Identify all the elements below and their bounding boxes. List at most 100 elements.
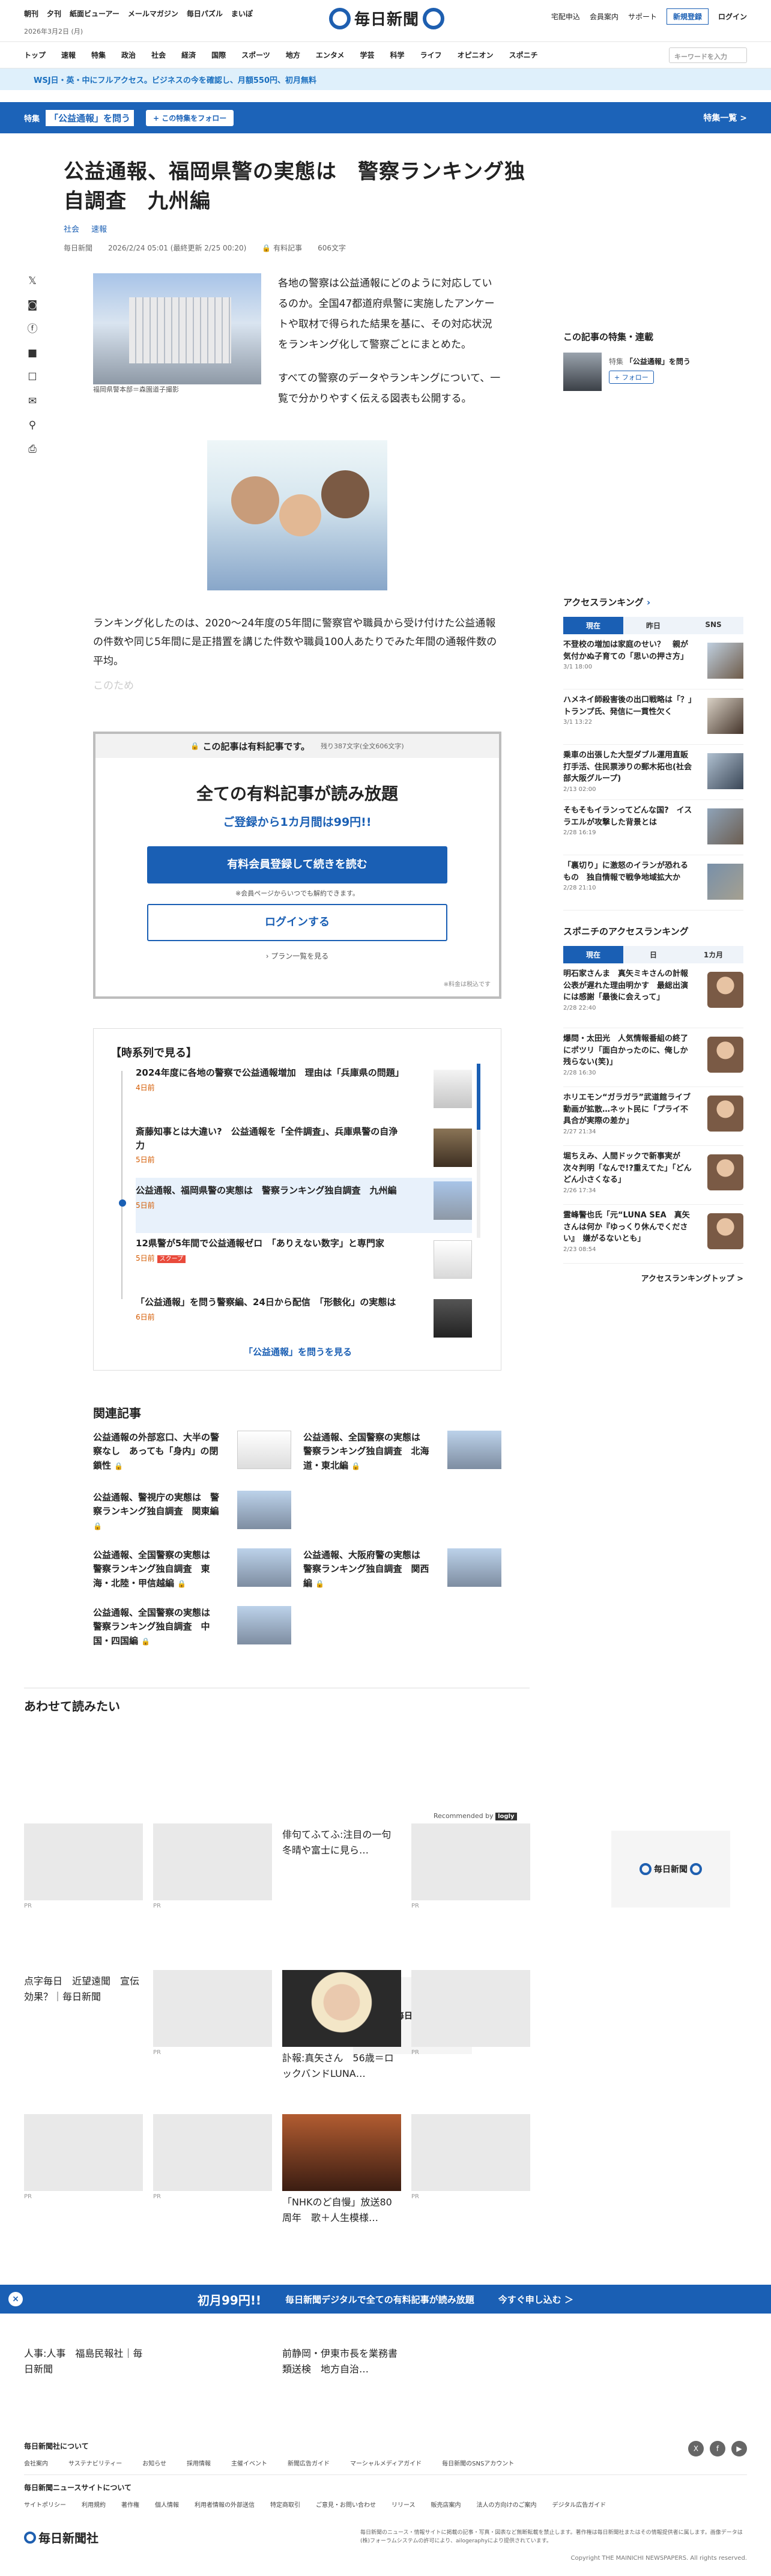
recommend-card[interactable]: PR <box>153 2114 272 2200</box>
facebook-share-icon[interactable]: ⓕ <box>26 323 38 335</box>
link-copy-icon[interactable]: ⚲ <box>26 419 38 431</box>
login-link[interactable]: ログイン <box>718 11 747 22</box>
header-link-delivery[interactable]: 宅配申込 <box>551 11 580 22</box>
nav-item-life[interactable]: ライフ <box>420 50 442 60</box>
nav-item-sponichi[interactable]: スポニチ <box>509 50 538 60</box>
footer-link[interactable]: 利用規約 <box>82 2500 106 2509</box>
header-link-puzzle[interactable]: 毎日パズル <box>187 8 223 19</box>
x-share-icon[interactable]: 𝕏 <box>26 275 38 287</box>
nav-item-culture[interactable]: 学芸 <box>360 50 375 60</box>
header-link-mailmag[interactable]: メールマガジン <box>128 8 178 19</box>
related-item[interactable]: 公益通報、全国警察の実態は 警察ランキング独自調査 中国・四国編 🔒 <box>93 1606 291 1654</box>
tab-month[interactable]: 1カ月 <box>683 946 743 963</box>
line-share-icon[interactable]: ◙ <box>26 299 38 311</box>
series-item[interactable]: 「公益通報」を問う警察編、24日から配信 「形骸化」の実態は 6日前 <box>136 1296 472 1351</box>
feature-list-link[interactable]: 特集一覧 > <box>703 112 747 124</box>
feature-title[interactable]: 「公益通報」を問う <box>46 109 135 126</box>
nav-item-society[interactable]: 社会 <box>151 50 166 60</box>
header-link-viewer[interactable]: 紙面ビューアー <box>70 8 119 19</box>
rail-series-card[interactable]: 特集 「公益通報」を問う + フォロー <box>563 353 743 395</box>
footer-link[interactable]: お知らせ <box>142 2458 166 2467</box>
ranking-item[interactable]: 明石家さんま 真矢ミキさんの計報公表が遅れた理由明かす 最総出演には感謝「最後に… <box>563 968 743 1028</box>
access-ranking-heading[interactable]: アクセスランキング › <box>563 596 743 608</box>
nav-item-science[interactable]: 科学 <box>390 50 405 60</box>
series-scrollbar[interactable] <box>477 1064 480 1238</box>
recommend-card[interactable]: PR <box>411 2114 530 2200</box>
ranking-item[interactable]: ホリエモン“ガラガラ”武道館ライブ動画が拡散…ネット民に「プライ不具合が実際の差… <box>563 1092 743 1146</box>
ranking-top-link[interactable]: アクセスランキングトップ > <box>563 1272 743 1283</box>
header-link-maipo[interactable]: まいぽ <box>231 8 253 19</box>
header-link-members[interactable]: 会員案内 <box>590 11 618 22</box>
subscribe-button[interactable]: 有料会員登録して続きを読む <box>147 846 447 883</box>
nav-item-local[interactable]: 地方 <box>286 50 300 60</box>
header-link-morning[interactable]: 朝刊 <box>24 8 38 19</box>
close-icon[interactable]: × <box>8 2292 23 2306</box>
footer-link[interactable]: 個人情報 <box>155 2500 179 2509</box>
tab-day[interactable]: 日 <box>623 946 683 963</box>
related-item[interactable]: 公益通報の外部窓口、大半の警察なし あっても「身内」の閉鎖性 🔒 <box>93 1431 291 1479</box>
related-item[interactable]: 公益通報、全国警察の実態は 警察ランキング独自調査 北海道・東北編 🔒 <box>303 1431 501 1479</box>
recommend-card[interactable]: PR <box>153 1823 272 1909</box>
tab-sns[interactable]: SNS <box>683 617 743 634</box>
lead-photo[interactable] <box>93 273 261 384</box>
register-button[interactable]: 新規登録 <box>666 8 709 25</box>
paywall-login-button[interactable]: ログインする <box>147 904 447 941</box>
youtube-icon[interactable]: ▶ <box>731 2441 747 2456</box>
recommend-card[interactable]: 「NHKのど自慢」放送80周年 歌＋人生模様… <box>282 2114 401 2225</box>
recommend-card[interactable]: 毎日新聞点字毎日 近望遠聞 宣伝効果？｜毎日新聞 <box>24 1970 472 2054</box>
ranking-item[interactable]: 堀ちえみ、人間ドックで新事実が次々判明「なんで!?重えてた」「どんどん小さくなる… <box>563 1151 743 1205</box>
sticky-apply-button[interactable]: 今すぐ申し込む ＞ <box>498 2293 573 2306</box>
series-item[interactable]: 12県警が5年間で公益通報ゼロ 「ありえない数字」と専門家 5日前 スクープ <box>136 1237 472 1292</box>
sticky-subscribe-bar[interactable]: × 初月99円!! 毎日新聞デジタルで全ての有料記事が読み放題 今すぐ申し込む … <box>0 2285 771 2314</box>
nav-item-world[interactable]: 国際 <box>211 50 226 60</box>
footer-link[interactable]: 著作権 <box>121 2500 139 2509</box>
related-item[interactable]: 公益通報、大阪府警の実態は 警察ランキング独自調査 関西編 🔒 <box>303 1548 501 1596</box>
ranking-item[interactable]: 霊峰警也氏「元“LUNA SEA 真矢さんは何か『ゆっくり休んでください』 嫌が… <box>563 1210 743 1264</box>
tab-now[interactable]: 現在 <box>563 617 623 634</box>
recommend-card[interactable]: PR <box>24 1823 143 1909</box>
ranking-item[interactable]: ハメネイ師殺害後の出口戦略は「？」 トランプ氏、発信に一貫性欠く 3/1 13:2… <box>563 694 743 745</box>
footer-link[interactable]: デジタル広告ガイド <box>552 2500 606 2509</box>
ranking-item[interactable]: 乗車の出張した大型ダブル運用直販打手活、住民票渉りの郵木拓也(社会部大阪グループ… <box>563 750 743 800</box>
tag-society[interactable]: 社会 <box>64 223 79 234</box>
recommend-card[interactable]: 前静岡・伊東市長を業務書類送検 地方自治… <box>282 2342 401 2377</box>
series-more-link[interactable]: 「公益通報」を問うを見る <box>94 1345 502 1358</box>
ranking-item[interactable]: 爆問・太田光 人気情報番組の終了にポツリ「面白かったのに、俺しか残らない(笑)」… <box>563 1033 743 1087</box>
nav-item-top[interactable]: トップ <box>24 50 46 60</box>
nav-item-opinion[interactable]: オピニオン <box>458 50 494 60</box>
header-link-evening[interactable]: 夕刊 <box>47 8 61 19</box>
site-logo[interactable]: 毎日新聞 <box>329 7 445 29</box>
nav-item-economy[interactable]: 経済 <box>181 50 196 60</box>
mail-icon[interactable]: ✉ <box>26 395 38 407</box>
footer-link[interactable]: 新聞広告ガイド <box>288 2458 330 2467</box>
footer-link[interactable]: 主催イベント <box>231 2458 267 2467</box>
recommend-card[interactable]: 人事:人事 福島民報社｜毎日新聞 <box>24 2342 143 2377</box>
footer-link[interactable]: リリース <box>392 2500 416 2509</box>
footer-link[interactable]: 利用者情報の外部送信 <box>195 2500 255 2509</box>
footer-link[interactable]: 特定商取引 <box>270 2500 300 2509</box>
recommend-card[interactable]: PR <box>411 1823 530 1909</box>
promo-banner[interactable]: WSJ日・英・中にフルアクセス。ビジネスの今を確認し、月額550円、初月無料 <box>0 68 771 90</box>
recommend-card[interactable]: PR <box>24 2114 143 2200</box>
x-icon[interactable]: X <box>688 2441 704 2456</box>
nav-item-entertainment[interactable]: エンタメ <box>316 50 345 60</box>
print-icon[interactable]: ⎙ <box>26 443 38 455</box>
nav-item-sports[interactable]: スポーツ <box>241 50 270 60</box>
footer-link[interactable]: サステナビリティー <box>68 2458 122 2467</box>
recommend-card[interactable]: PR <box>411 1970 530 2056</box>
series-item[interactable]: 斎藤知事とは大違い? 公益通報を「全件調査」、兵庫県警の自浄力 5日前 <box>136 1125 472 1180</box>
footer-link[interactable]: ご意見・お問い合わせ <box>316 2500 376 2509</box>
footer-link[interactable]: 法人の方向けのご案内 <box>477 2500 537 2509</box>
feature-follow-button[interactable]: + この特集をフォロー <box>146 109 234 126</box>
plan-list-link[interactable]: › プラン一覧を見る <box>95 951 499 961</box>
recommend-card[interactable]: 訃報:真矢さん 56歳＝ロックバンドLUNA… <box>282 1970 401 2081</box>
nav-item-breaking[interactable]: 速報 <box>61 50 76 60</box>
rail-follow-button[interactable]: + フォロー <box>609 371 654 384</box>
tab-yesterday[interactable]: 昨日 <box>623 617 683 634</box>
bookmark-icon[interactable]: ☐ <box>26 371 38 383</box>
recommend-card[interactable]: PR <box>153 1970 272 2056</box>
footer-link[interactable]: 採用情報 <box>187 2458 211 2467</box>
footer-link[interactable]: サイトポリシー <box>24 2500 66 2509</box>
ranking-item[interactable]: 「裏切り」に激怒のイランが恐れるもの 独自情報で戦争地域拡大か 2/28 21:1… <box>563 860 743 911</box>
recommend-card[interactable]: 毎日新聞 俳句てふてふ:注目の一句 冬晴や富士に見ら… <box>282 1823 730 1908</box>
